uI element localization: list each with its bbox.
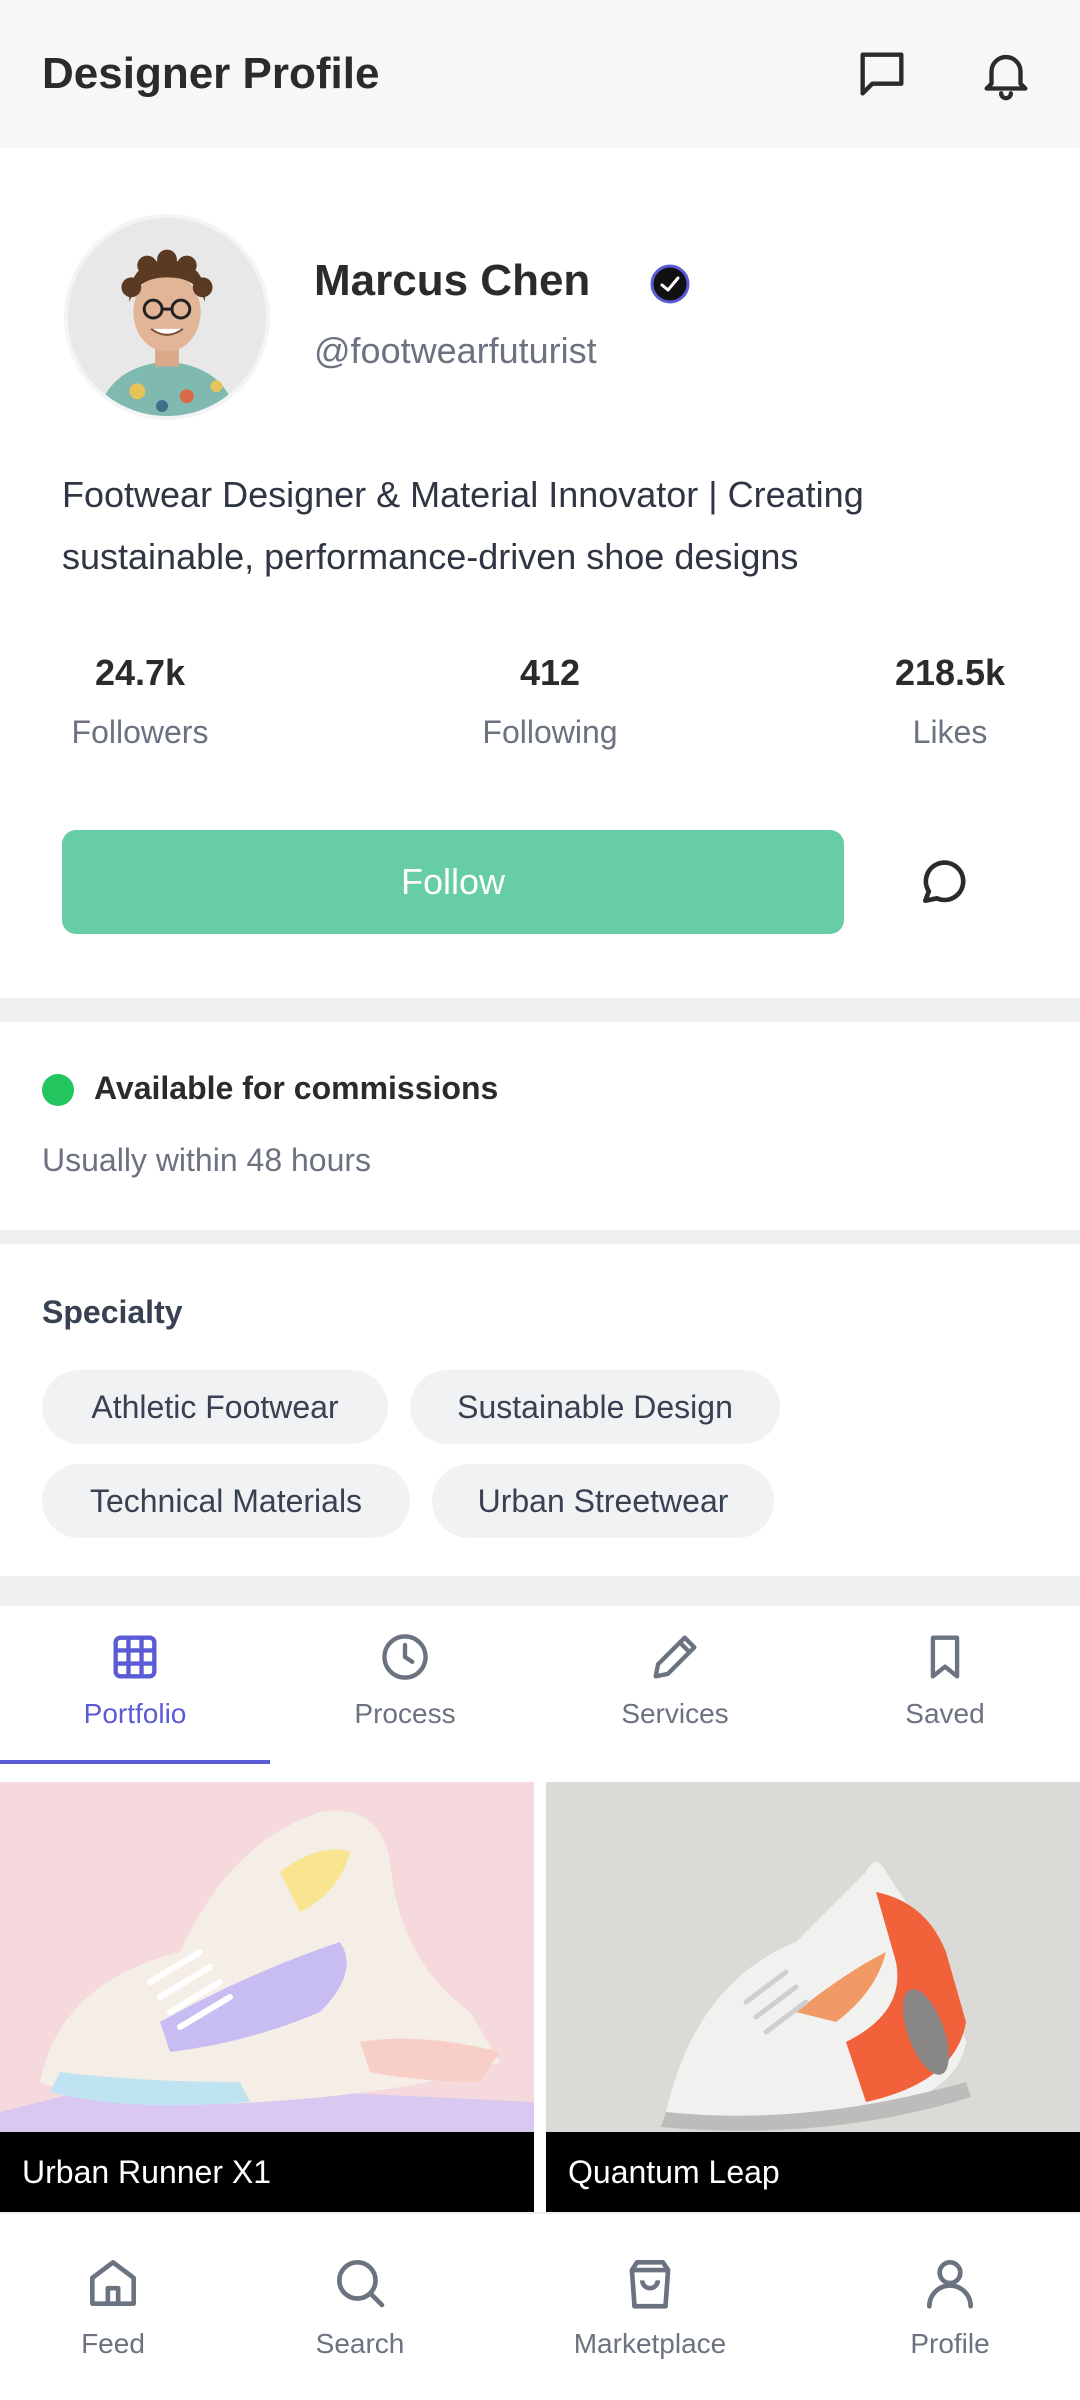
tab-label: Portfolio <box>83 1698 187 1729</box>
stat-value: 218.5k <box>894 652 1006 693</box>
nav-label: Search <box>315 2328 405 2359</box>
stat-likes[interactable]: 218.5k Likes <box>870 652 1030 751</box>
specialty-chip[interactable]: Athletic Footwear <box>42 1370 388 1444</box>
bookmark-icon <box>930 1635 960 1679</box>
message-square-icon[interactable] <box>850 42 914 106</box>
response-time: Usually within 48 hours <box>42 1142 372 1178</box>
verified-badge-icon <box>650 264 690 304</box>
user-icon <box>927 2260 973 2309</box>
profile-handle: @footwearfuturist <box>314 330 597 371</box>
stat-value: 24.7k <box>94 652 186 693</box>
portfolio-item[interactable]: Quantum Leap <box>546 1782 1080 2212</box>
sneaker-image <box>546 1782 1080 2132</box>
home-icon <box>90 2260 136 2306</box>
specialty-chip[interactable]: Urban Streetwear <box>432 1464 774 1538</box>
nav-item-marketplace[interactable]: Marketplace <box>560 2214 740 2400</box>
search-icon <box>337 2260 385 2308</box>
section-title: Specialty <box>42 1294 183 1330</box>
pencil-icon <box>653 1635 697 1679</box>
tab-process[interactable]: Process <box>270 1606 540 1782</box>
avatar[interactable] <box>64 214 270 420</box>
availability-card: Available for commissions Usually within… <box>0 1022 1080 1230</box>
app-header: Designer Profile <box>0 0 1080 148</box>
grid-icon <box>113 1635 157 1679</box>
portfolio-title: Urban Runner X1 <box>0 2132 534 2212</box>
bell-icon[interactable] <box>974 42 1038 106</box>
status-dot <box>42 1074 74 1106</box>
nav-item-feed[interactable]: Feed <box>60 2214 166 2400</box>
tab-portfolio[interactable]: Portfolio <box>0 1606 270 1782</box>
portfolio-grid: Urban Runner X1 Quantum Leap <box>0 1782 1080 2212</box>
stat-label: Followers <box>71 714 209 750</box>
stat-label: Likes <box>912 714 988 750</box>
follow-button[interactable]: Follow <box>62 830 844 934</box>
tab-label: Saved <box>905 1698 985 1729</box>
nav-label: Feed <box>81 2328 145 2359</box>
specialty-chip[interactable]: Sustainable Design <box>410 1370 780 1444</box>
chat-bubble-icon[interactable] <box>912 850 976 914</box>
sneaker-image <box>0 1782 534 2132</box>
nav-item-profile[interactable]: Profile <box>890 2214 1010 2400</box>
specialty-section: Specialty Athletic Footwear Sustainable … <box>0 1244 1080 1576</box>
nav-item-search[interactable]: Search <box>300 2214 420 2400</box>
page-title: Designer Profile <box>42 49 380 98</box>
stat-following[interactable]: 412 Following <box>470 652 630 751</box>
profile-bio: Footwear Designer & Material Innovator |… <box>62 474 864 577</box>
nav-label: Marketplace <box>573 2328 727 2359</box>
active-tab-indicator <box>0 1760 270 1764</box>
tab-label: Services <box>621 1698 729 1729</box>
profile-name: Marcus Chen <box>314 256 591 305</box>
stat-label: Following <box>482 714 618 750</box>
portfolio-item[interactable]: Urban Runner X1 <box>0 1782 534 2212</box>
profile-stats: 24.7k Followers 412 Following 218.5k Lik… <box>0 652 1080 772</box>
nav-label: Profile <box>910 2328 990 2359</box>
profile-card: Marcus Chen @footwearfuturist Footwear D… <box>0 148 1080 998</box>
stat-value: 412 <box>519 652 581 693</box>
bottom-nav: Feed Search Marketplace Profile <box>0 2212 1080 2400</box>
tab-label: Process <box>354 1698 456 1729</box>
portfolio-title: Quantum Leap <box>546 2132 1080 2212</box>
clock-icon <box>382 1634 428 1680</box>
availability-status: Available for commissions <box>94 1070 499 1106</box>
tab-saved[interactable]: Saved <box>810 1606 1080 1782</box>
tab-services[interactable]: Services <box>540 1606 810 1782</box>
stat-followers[interactable]: 24.7k Followers <box>60 652 220 751</box>
profile-tabs: Portfolio Process Services Saved <box>0 1606 1080 1782</box>
specialty-chip[interactable]: Technical Materials <box>42 1464 410 1538</box>
shopping-bag-icon <box>629 2260 671 2309</box>
